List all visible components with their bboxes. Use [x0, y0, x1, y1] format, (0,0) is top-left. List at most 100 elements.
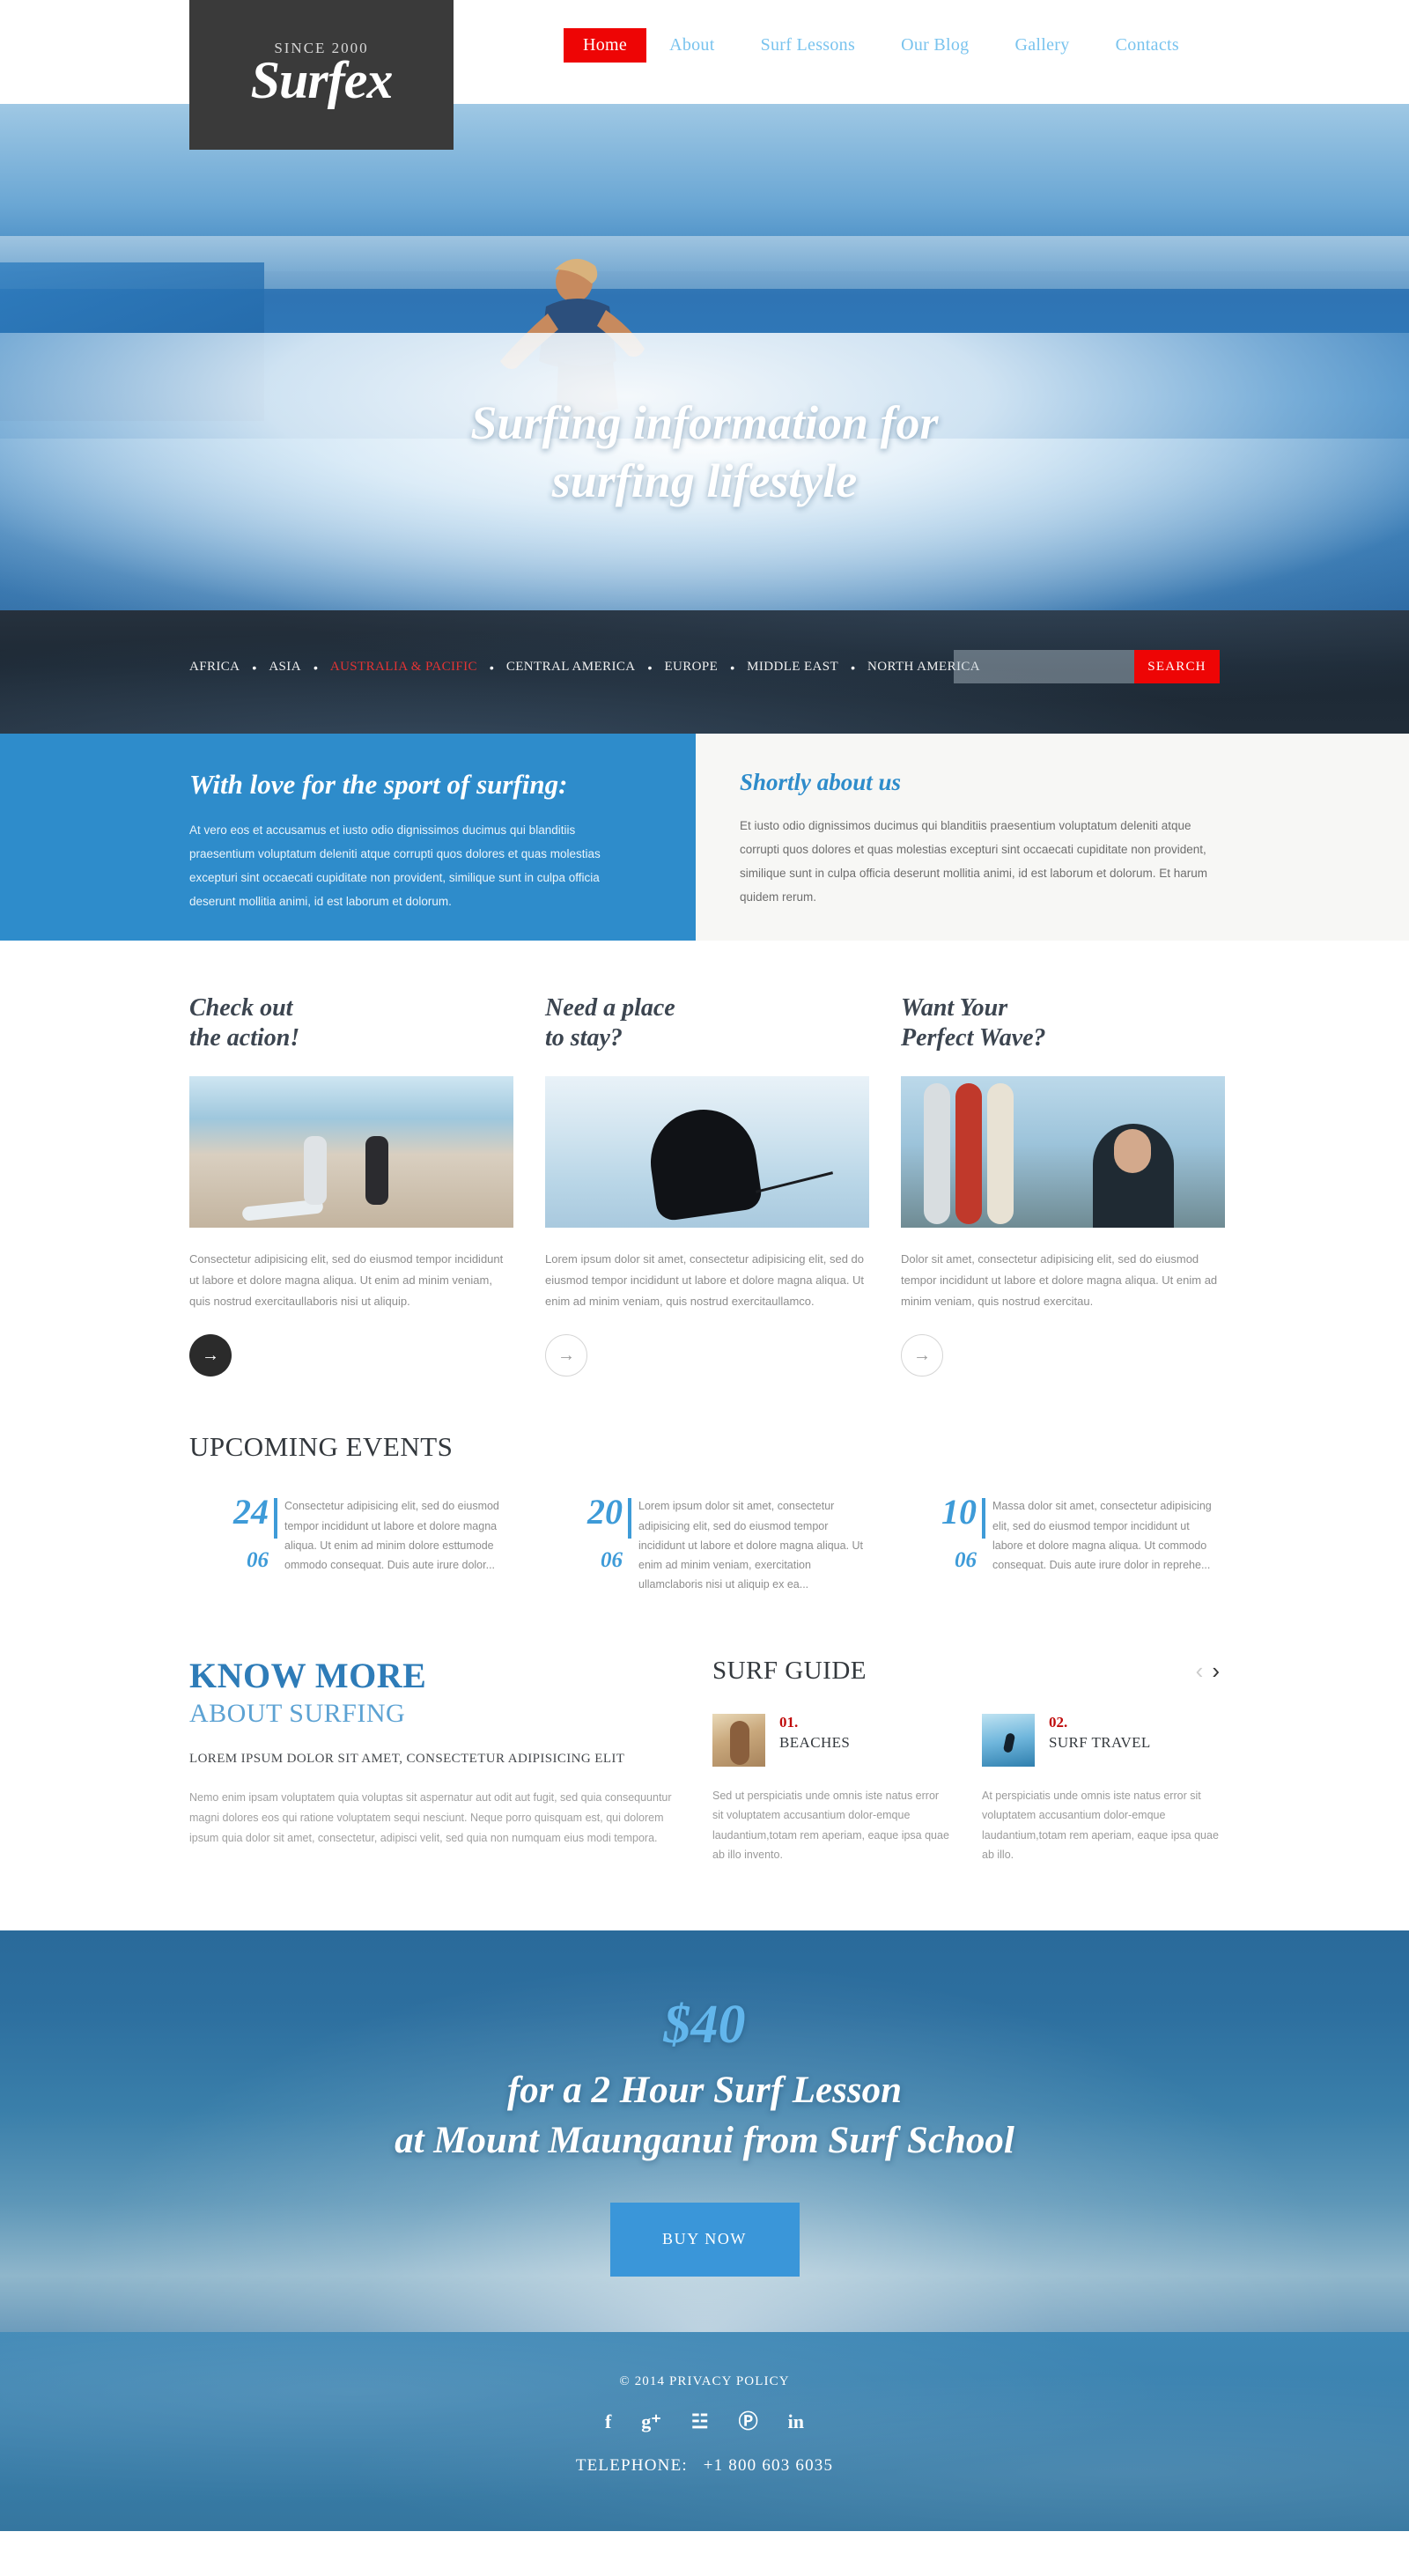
nav-item-about[interactable]: About [646, 28, 738, 63]
surf-guide-section: SURF GUIDE ‹ › 01. BEACHES Sed ut perspi [712, 1657, 1220, 1865]
event-date-divider [274, 1498, 277, 1539]
event-date: 20 06 [543, 1495, 638, 1594]
main-navigation: Home About Surf Lessons Our Blog Gallery… [564, 28, 1202, 63]
chevron-right-icon[interactable]: › [1212, 1659, 1220, 1682]
surfboard-shape [924, 1083, 950, 1225]
feature-card-image-boards [901, 1076, 1225, 1229]
event-text: Massa dolor sit amet, consectetur adipis… [992, 1500, 1212, 1572]
region-link-middle-east[interactable]: MIDDLE EAST [747, 660, 838, 675]
intro-right-text: Et iusto odio dignissimos ducimus qui bl… [740, 819, 1207, 904]
logo[interactable]: SINCE 2000 Surfex [189, 0, 454, 150]
region-link-africa[interactable]: AFRICA [189, 660, 240, 675]
surf-guide-item-number: 02. [1049, 1713, 1068, 1731]
feature-card-arrow-button[interactable]: → [189, 1334, 232, 1377]
footer-telephone: TELEPHONE: +1 800 603 6035 [0, 2456, 1409, 2476]
event-month: 06 [601, 1548, 623, 1573]
nav-item-surf-lessons[interactable]: Surf Lessons [738, 28, 879, 63]
intro-right-heading: Shortly about us [740, 769, 902, 795]
person-shape [304, 1136, 327, 1206]
hero-title: Surfing information for surfing lifestyl… [0, 395, 1409, 511]
feature-cards: Check out the action! Consectetur adipis… [0, 941, 1409, 1377]
logo-name: Surfex [250, 50, 394, 109]
google-plus-icon[interactable]: g⁺ [641, 2411, 661, 2432]
upcoming-events-list: 24 06 Consectetur adipisicing elit, sed … [189, 1495, 1220, 1594]
upcoming-events-heading: UPCOMING EVENTS [189, 1431, 454, 1463]
surf-guide-item-text: At perspiciatis unde omnis iste natus er… [982, 1789, 1219, 1862]
event-item[interactable]: 24 06 Consectetur adipisicing elit, sed … [189, 1495, 512, 1594]
pinterest-icon[interactable]: Ⓟ [739, 2411, 758, 2432]
promo-line-1: for a 2 Hour Surf Lesson [506, 2069, 902, 2111]
surf-guide-item[interactable]: 01. BEACHES Sed ut perspiciatis unde omn… [712, 1713, 950, 1865]
region-link-asia[interactable]: ASIA [269, 660, 301, 675]
event-item[interactable]: 20 06 Lorem ipsum dolor sit amet, consec… [543, 1495, 866, 1594]
nav-item-contacts[interactable]: Contacts [1093, 28, 1202, 63]
surf-guide-item-name: BEACHES [779, 1733, 851, 1751]
intro-left-panel: With love for the sport of surfing: At v… [0, 734, 746, 941]
surf-guide-item-number: 01. [779, 1713, 799, 1731]
rss-icon[interactable]: ☳ [691, 2411, 709, 2432]
nav-item-home[interactable]: Home [564, 28, 647, 63]
search-form: SEARCH [954, 650, 1220, 683]
region-separator: • [313, 660, 318, 675]
region-separator: • [851, 660, 855, 675]
feature-card-text: Consectetur adipisicing elit, sed do eiu… [189, 1252, 504, 1308]
footer-copyright[interactable]: © 2014 PRIVACY POLICY [0, 2374, 1409, 2389]
promo-price: $40 [663, 1994, 746, 2055]
event-date: 10 06 [897, 1495, 992, 1594]
region-link-europe[interactable]: EUROPE [664, 660, 718, 675]
linkedin-icon[interactable]: in [788, 2411, 804, 2432]
know-more-section: KNOW MORE ABOUT SURFING LOREM IPSUM DOLO… [189, 1655, 677, 1865]
know-more-heading-secondary: ABOUT SURFING [189, 1698, 406, 1728]
board-shape [755, 1171, 834, 1194]
feature-card-heading: Need a place to stay? [545, 994, 675, 1052]
event-item[interactable]: 10 06 Massa dolor sit amet, consectetur … [897, 1495, 1220, 1594]
search-button[interactable]: SEARCH [1134, 650, 1220, 683]
lower-section: KNOW MORE ABOUT SURFING LOREM IPSUM DOLO… [0, 1595, 1409, 1865]
feature-card-arrow-button[interactable]: → [545, 1334, 587, 1377]
region-links: AFRICA • ASIA • AUSTRALIA & PACIFIC • CE… [189, 660, 980, 675]
event-month: 06 [247, 1548, 269, 1573]
surf-guide-items: 01. BEACHES Sed ut perspiciatis unde omn… [712, 1713, 1220, 1865]
surf-guide-thumbnail-beaches [712, 1713, 765, 1767]
event-month: 06 [955, 1548, 977, 1573]
intro-left-text: At vero eos et accusamus et iusto odio d… [189, 823, 601, 908]
feature-card-heading: Check out the action! [189, 994, 300, 1052]
surf-guide-item[interactable]: 02. SURF TRAVEL At perspiciatis unde omn… [982, 1713, 1220, 1865]
feature-card-image-beach [189, 1076, 513, 1229]
surf-guide-thumbnail-surf-travel [982, 1713, 1035, 1767]
surfboard-shape [987, 1083, 1014, 1225]
region-link-australia-pacific[interactable]: AUSTRALIA & PACIFIC [330, 660, 477, 675]
event-text: Consectetur adipisicing elit, sed do eiu… [284, 1500, 499, 1572]
surf-guide-item-text: Sed ut perspiciatis unde omnis iste natu… [712, 1789, 949, 1862]
know-more-text: Nemo enim ipsam voluptatem quia voluptas… [189, 1790, 672, 1844]
buy-now-button[interactable]: BUY NOW [609, 2202, 800, 2277]
facebook-icon[interactable]: f [605, 2411, 611, 2432]
region-bar: AFRICA • ASIA • AUSTRALIA & PACIFIC • CE… [0, 610, 1409, 734]
region-separator: • [647, 660, 653, 675]
surf-guide-nav: ‹ › [1196, 1659, 1220, 1682]
event-day: 10 [941, 1492, 977, 1532]
chevron-left-icon[interactable]: ‹ [1196, 1659, 1204, 1682]
know-more-heading-primary: KNOW MORE [189, 1655, 427, 1695]
hero-title-line-1: Surfing information for [470, 396, 939, 449]
feature-card-text: Lorem ipsum dolor sit amet, consectetur … [545, 1252, 865, 1308]
surf-guide-item-name: SURF TRAVEL [1049, 1733, 1151, 1751]
event-date-divider [628, 1498, 631, 1539]
footer-telephone-number[interactable]: +1 800 603 6035 [704, 2456, 833, 2475]
intro-left-heading: With love for the sport of surfing: [189, 769, 568, 800]
surf-guide-header: SURF GUIDE ‹ › [712, 1657, 1220, 1686]
search-input[interactable] [954, 650, 1134, 683]
nav-item-our-blog[interactable]: Our Blog [878, 28, 992, 63]
intro-section: With love for the sport of surfing: At v… [0, 734, 1409, 941]
nav-item-gallery[interactable]: Gallery [992, 28, 1092, 63]
surfer-silhouette-shape [644, 1103, 764, 1223]
surf-guide-heading: SURF GUIDE [712, 1656, 867, 1685]
event-day: 24 [233, 1492, 269, 1532]
feature-card-arrow-button[interactable]: → [901, 1334, 943, 1377]
region-separator: • [730, 660, 735, 675]
intro-right-panel: Shortly about us Et iusto odio dignissim… [696, 734, 1409, 941]
event-date-divider [982, 1498, 985, 1539]
hero-title-line-2: surfing lifestyle [551, 454, 858, 507]
region-link-central-america[interactable]: CENTRAL AMERICA [506, 660, 636, 675]
event-text: Lorem ipsum dolor sit amet, consectetur … [638, 1500, 864, 1591]
